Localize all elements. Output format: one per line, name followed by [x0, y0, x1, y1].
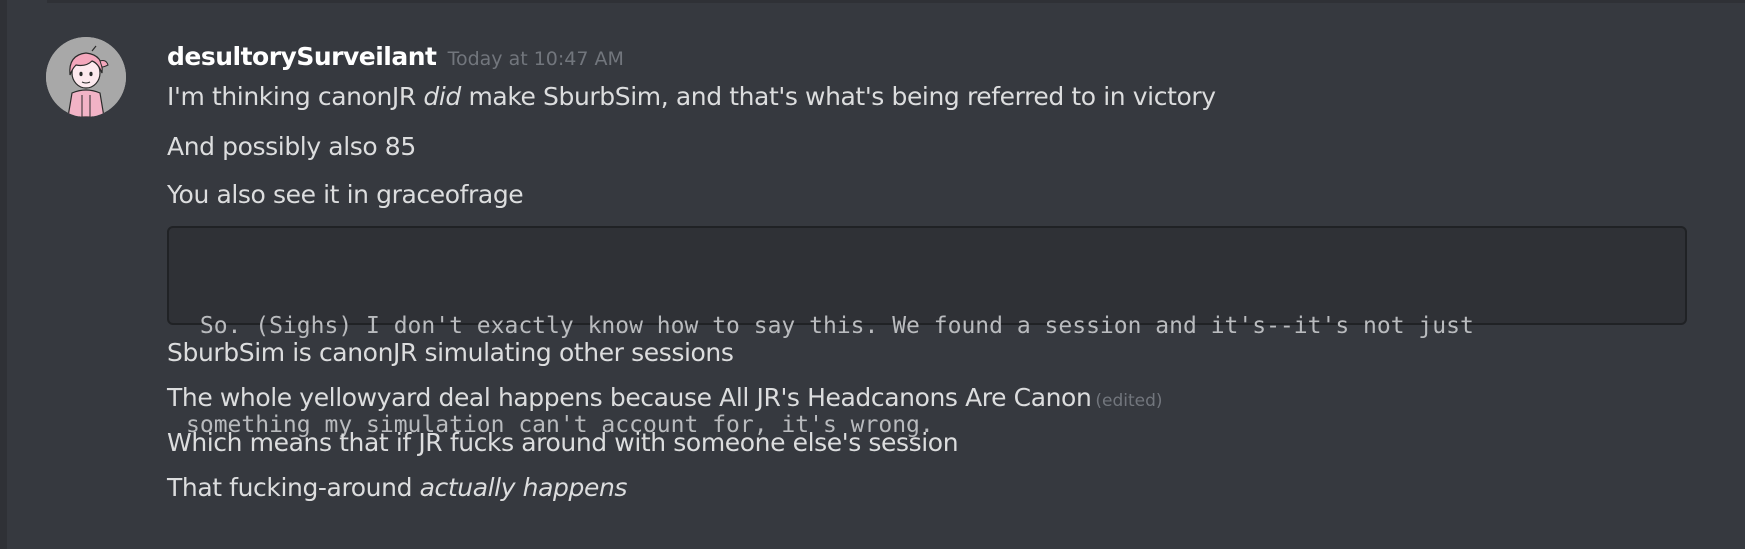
message-line: You also see it in graceofrage — [167, 178, 524, 212]
code-block: So. (Sighs) I don't exactly know how to … — [167, 226, 1687, 438]
message-divider — [47, 0, 1745, 3]
message-text-italic: actually happens — [419, 473, 628, 502]
message-text: SburbSim is canonJR simulating other ses… — [167, 338, 734, 367]
message-line: That fucking-around actually happens — [167, 471, 627, 505]
edited-indicator: (edited) — [1095, 391, 1163, 411]
chat-message-area: desultorySurveilant Today at 10:47 AM I'… — [0, 0, 1745, 549]
message-text: You also see it in graceofrage — [167, 180, 524, 209]
message-text-italic: did — [423, 82, 461, 111]
channel-scroll-edge — [0, 0, 7, 549]
message-text: make SburbSim, and that's what's being r… — [460, 82, 1216, 111]
username[interactable]: desultorySurveilant — [167, 42, 437, 71]
message-text: That fucking-around — [167, 473, 420, 502]
timestamp[interactable]: Today at 10:47 AM — [448, 48, 624, 70]
message-text: Which means that if JR fucks around with… — [167, 428, 959, 457]
message-line: And possibly also 85 — [167, 130, 416, 164]
avatar[interactable] — [46, 37, 126, 117]
message-line: I'm thinking canonJR did make SburbSim, … — [167, 80, 1216, 114]
message-line: SburbSim is canonJR simulating other ses… — [167, 336, 734, 370]
avatar-image — [46, 37, 126, 117]
message-text: The whole yellowyard deal happens becaus… — [167, 383, 1092, 412]
message-text: And possibly also 85 — [167, 132, 416, 161]
message-text: I'm thinking canonJR — [167, 82, 424, 111]
message-line: The whole yellowyard deal happens becaus… — [167, 381, 1163, 418]
message-line: Which means that if JR fucks around with… — [167, 426, 959, 460]
message-header: desultorySurveilant Today at 10:47 AM — [167, 42, 624, 71]
